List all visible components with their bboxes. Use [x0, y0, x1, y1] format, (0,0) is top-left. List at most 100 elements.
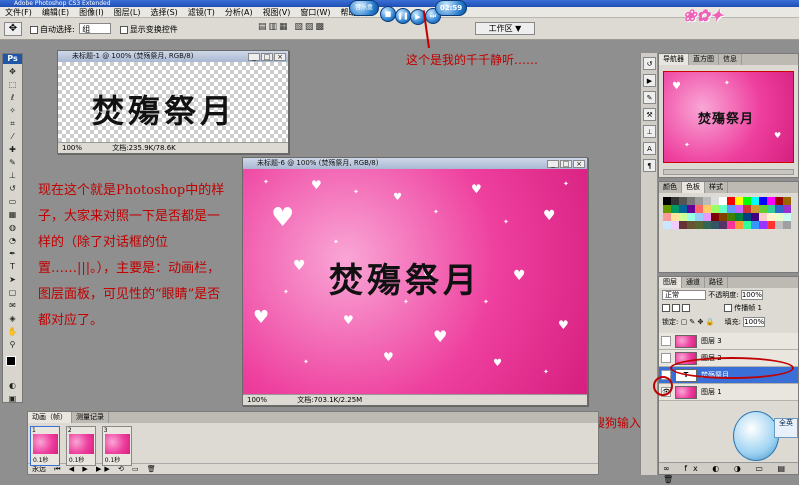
color-swatch[interactable]: [711, 205, 719, 213]
notes-tool-icon[interactable]: ✉: [4, 300, 21, 311]
color-swatch[interactable]: [767, 205, 775, 213]
color-swatch[interactable]: [663, 213, 671, 221]
color-swatch[interactable]: [743, 213, 751, 221]
tab-measurement-log[interactable]: 测量记录: [72, 412, 109, 423]
color-swatch[interactable]: [695, 205, 703, 213]
tab-color[interactable]: 颜色: [659, 182, 682, 193]
color-swatch[interactable]: [727, 221, 735, 229]
visibility-toggle[interactable]: [661, 353, 671, 363]
document-window-2[interactable]: 未标题-6 @ 100% (焚殇祭月, RGB/8) _ □ × ♥ ♥ ♥ ♥ ♥…: [242, 157, 588, 406]
frame-delay[interactable]: 0.1秒: [69, 455, 85, 464]
color-swatch[interactable]: [775, 221, 783, 229]
foreground-color-swatch[interactable]: [6, 356, 16, 366]
color-swatch[interactable]: [711, 221, 719, 229]
menu-select[interactable]: 选择(S): [145, 7, 182, 18]
lock-icons[interactable]: ▢ ✎ ✥ 🔒: [681, 318, 715, 326]
color-swatch[interactable]: [663, 197, 671, 205]
tab-histogram[interactable]: 直方图: [689, 54, 719, 65]
color-swatch[interactable]: [663, 221, 671, 229]
color-swatch[interactable]: [687, 213, 695, 221]
document-1-zoom[interactable]: 100%: [62, 144, 82, 152]
color-swatch[interactable]: [719, 205, 727, 213]
tab-channels[interactable]: 通道: [682, 277, 705, 288]
color-swatch[interactable]: [735, 205, 743, 213]
quick-mask-icon[interactable]: ◐: [4, 380, 21, 391]
shape-tool-icon[interactable]: ▢: [4, 287, 21, 298]
playback-controls[interactable]: ⏮ ◀ ▶ ▶▶ ⟲ ▭ 🗑: [54, 465, 159, 473]
animation-frame[interactable]: 1 0.1秒: [30, 426, 60, 466]
document-1-canvas[interactable]: 焚殤祭月: [58, 62, 288, 142]
menu-analysis[interactable]: 分析(A): [220, 7, 258, 18]
color-swatch[interactable]: [751, 213, 759, 221]
history-brush-tool-icon[interactable]: ↺: [4, 183, 21, 194]
frame-delay[interactable]: 0.1秒: [105, 455, 121, 464]
move-tool-icon[interactable]: ✥: [4, 66, 21, 77]
eyedropper-tool-icon[interactable]: ⁄: [4, 131, 21, 142]
color-swatch[interactable]: [671, 221, 679, 229]
healing-brush-tool-icon[interactable]: ✚: [4, 144, 21, 155]
layer-row[interactable]: 图层 3: [659, 333, 798, 350]
color-swatch[interactable]: [711, 197, 719, 205]
color-swatch[interactable]: [767, 221, 775, 229]
color-swatch[interactable]: [751, 221, 759, 229]
clone-source-icon[interactable]: ⊥: [643, 125, 656, 138]
color-swatch[interactable]: [743, 221, 751, 229]
color-swatch[interactable]: [695, 221, 703, 229]
color-swatch[interactable]: [671, 197, 679, 205]
document-2-canvas[interactable]: ♥ ♥ ♥ ♥ ♥ ♥ ♥ ♥ ♥ ♥ ♥ ♥ ♥ ♥ ✦ ✦ ✦ ✦ ✦ ✦ …: [243, 169, 587, 394]
menu-layer[interactable]: 图层(L): [109, 7, 146, 18]
pen-tool-icon[interactable]: ✒: [4, 248, 21, 259]
maximize-icon[interactable]: □: [560, 160, 572, 168]
tab-info[interactable]: 信息: [719, 54, 742, 65]
tab-animation-frames[interactable]: 动画（帧）: [28, 412, 72, 423]
color-swatch[interactable]: [687, 221, 695, 229]
dodge-tool-icon[interactable]: ◔: [4, 235, 21, 246]
menu-edit[interactable]: 编辑(E): [37, 7, 74, 18]
lasso-tool-icon[interactable]: ℓ: [4, 92, 21, 103]
layer-row[interactable]: 👁 图层 1: [659, 384, 798, 401]
animation-frame[interactable]: 3 0.1秒: [101, 426, 132, 466]
color-swatch[interactable]: [679, 213, 687, 221]
fill-input[interactable]: 100%: [743, 317, 766, 327]
menu-view[interactable]: 视图(V): [258, 7, 296, 18]
opacity-input[interactable]: 100%: [740, 290, 763, 300]
color-swatch[interactable]: [759, 221, 767, 229]
color-swatch[interactable]: [727, 213, 735, 221]
swatch-grid[interactable]: [663, 197, 791, 229]
minimize-icon[interactable]: _: [248, 53, 260, 61]
color-swatch[interactable]: [671, 205, 679, 213]
3d-tool-icon[interactable]: ◈: [4, 313, 21, 324]
unify-checkbox[interactable]: [662, 304, 670, 312]
tool-presets-icon[interactable]: ⚒: [643, 108, 656, 121]
history-panel-icon[interactable]: ↺: [643, 57, 656, 70]
tab-paths[interactable]: 路径: [705, 277, 728, 288]
color-swatch[interactable]: [767, 197, 775, 205]
path-selection-tool-icon[interactable]: ➤: [4, 274, 21, 285]
tab-navigator[interactable]: 导航器: [659, 54, 689, 65]
unify-checkbox[interactable]: [672, 304, 680, 312]
color-swatch[interactable]: [703, 221, 711, 229]
color-swatch[interactable]: [687, 197, 695, 205]
color-swatch[interactable]: [703, 205, 711, 213]
color-swatch[interactable]: [719, 221, 727, 229]
frame-delay[interactable]: 0.1秒: [33, 455, 49, 464]
color-swatch[interactable]: [719, 197, 727, 205]
brush-tool-icon[interactable]: ✎: [4, 157, 21, 168]
document-1-titlebar[interactable]: 未标题-1 @ 100% (焚殇祭月, RGB/8) _ □ ×: [58, 51, 288, 62]
marquee-tool-icon[interactable]: ⬚: [4, 79, 21, 90]
color-swatch[interactable]: [783, 213, 791, 221]
ime-status-icon[interactable]: 全英: [774, 418, 798, 438]
color-swatch[interactable]: [743, 197, 751, 205]
color-swatch[interactable]: [695, 213, 703, 221]
pause-icon[interactable]: ❚❚: [395, 8, 411, 24]
color-swatch[interactable]: [775, 213, 783, 221]
color-swatch[interactable]: [775, 197, 783, 205]
color-swatch[interactable]: [783, 221, 791, 229]
screen-mode-icon[interactable]: ▣: [4, 393, 21, 404]
player-music-box-button[interactable]: 音乐盒: [349, 0, 379, 16]
auto-select-dropdown[interactable]: 组: [79, 23, 112, 34]
menu-file[interactable]: 文件(F): [0, 7, 37, 18]
auto-select-checkbox[interactable]: [30, 25, 38, 34]
stop-icon[interactable]: ■: [380, 6, 396, 22]
loop-select[interactable]: 永远: [32, 465, 46, 473]
